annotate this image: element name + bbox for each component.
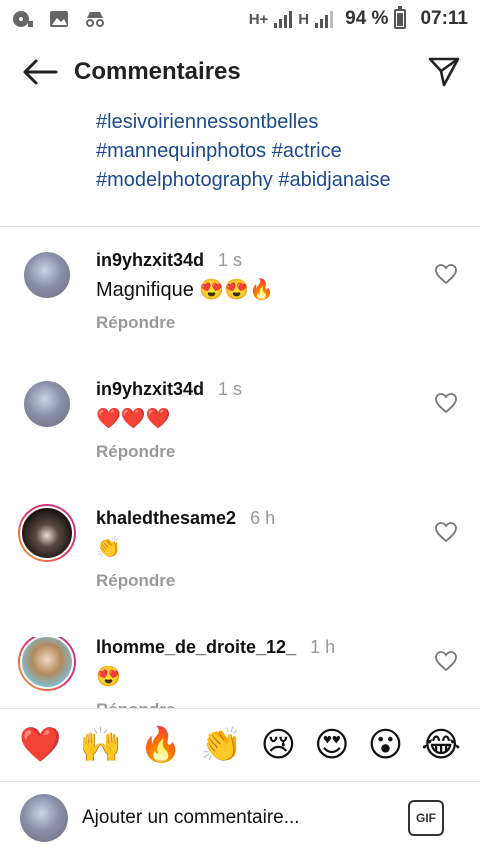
battery-icon	[394, 6, 407, 29]
network-type-2: H	[298, 10, 310, 28]
reply-button[interactable]: Répondre	[96, 700, 175, 708]
username-text[interactable]: in9yhzxit34d	[96, 379, 204, 399]
comment-username[interactable]: in9yhzxit34d 1 s	[96, 250, 242, 271]
signal-icon-2	[315, 10, 334, 28]
comment-text: ❤️❤️❤️	[96, 408, 171, 430]
vinyl-icon	[13, 11, 33, 27]
comment-text: Magnifique 😍😍🔥	[96, 279, 275, 301]
heart-outline-icon[interactable]	[434, 391, 458, 415]
caption-overflow-fade	[96, 96, 466, 108]
reply-button[interactable]: Répondre	[96, 442, 175, 462]
comment-item: khaledthesame2 6 h 👏 Répondre	[0, 504, 480, 618]
username-text[interactable]: in9yhzxit34d	[96, 250, 204, 270]
status-left-icons	[12, 10, 106, 28]
avatar[interactable]	[22, 250, 72, 300]
comment-time: 1 h	[310, 637, 336, 657]
comment-compose-bar: GIF	[0, 782, 480, 854]
comment-time: 1 s	[218, 250, 243, 270]
comment-time: 1 s	[218, 379, 243, 399]
emoji-crying[interactable]: 😢	[261, 725, 296, 765]
hashtag-line[interactable]: #mannequinphotos #actrice	[96, 137, 466, 166]
avatar[interactable]	[22, 379, 72, 429]
comment-text: 😍	[96, 666, 121, 688]
share-button[interactable]	[422, 50, 466, 94]
comment-text: 👏	[96, 537, 121, 559]
reply-button[interactable]: Répondre	[96, 313, 175, 333]
emoji-quick-bar: ❤️ 🙌 🔥 👏 😢 😍 😮 😂	[0, 708, 480, 782]
emoji-clapping[interactable]: 👏	[200, 725, 242, 765]
header: Commentaires	[0, 44, 480, 100]
comment-item: lhomme_de_droite_12_ 1 h 😍 Répondre	[0, 637, 480, 708]
emoji-fire[interactable]: 🔥	[140, 725, 182, 765]
reply-button[interactable]: Répondre	[96, 571, 175, 591]
emoji-laughing[interactable]: 😂	[421, 725, 461, 765]
status-right-icons: H+ H 94 % 07:11	[248, 6, 468, 30]
post-caption: #lesivoiriennessontbelles #mannequinphot…	[96, 96, 466, 195]
arrow-left-icon	[23, 59, 58, 85]
comment-item: in9yhzxit34d 1 s Magnifique 😍😍🔥 Répondre	[0, 250, 480, 360]
gif-button[interactable]: GIF	[408, 800, 444, 836]
current-user-avatar	[20, 794, 68, 842]
status-bar: H+ H 94 % 07:11	[0, 0, 480, 38]
comment-username[interactable]: lhomme_de_droite_12_ 1 h	[96, 637, 335, 658]
paper-plane-icon	[428, 57, 460, 87]
image-icon	[50, 11, 68, 27]
avatar-story-ring[interactable]	[18, 637, 76, 691]
username-text[interactable]: khaledthesame2	[96, 508, 236, 528]
page-title: Commentaires	[74, 58, 241, 85]
emoji-heart[interactable]: ❤️	[19, 725, 61, 765]
comment-time: 6 h	[250, 508, 276, 528]
divider	[0, 226, 480, 227]
avatar-story-ring[interactable]	[18, 504, 76, 562]
signal-icon	[274, 10, 293, 28]
emoji-surprised[interactable]: 😮	[368, 725, 403, 765]
username-text[interactable]: lhomme_de_droite_12_	[96, 637, 296, 657]
battery-percent: 94 %	[345, 8, 389, 29]
heart-outline-icon[interactable]	[434, 649, 458, 673]
heart-outline-icon[interactable]	[434, 520, 458, 544]
heart-outline-icon[interactable]	[434, 262, 458, 286]
comment-username[interactable]: in9yhzxit34d 1 s	[96, 379, 242, 400]
emoji-heart-eyes[interactable]: 😍	[314, 725, 349, 765]
hashtag-line[interactable]: #lesivoiriennessontbelles	[96, 108, 466, 137]
back-button[interactable]	[12, 44, 68, 100]
emoji-raised-hands[interactable]: 🙌	[79, 725, 121, 765]
comment-username[interactable]: khaledthesame2 6 h	[96, 508, 275, 529]
comment-input[interactable]	[82, 807, 372, 829]
network-type-1: H+	[248, 10, 269, 28]
comment-item: in9yhzxit34d 1 s ❤️❤️❤️ Répondre	[0, 379, 480, 489]
incognito-icon	[86, 12, 104, 27]
hashtag-line[interactable]: #modelphotography #abidjanaise	[96, 166, 466, 195]
clock: 07:11	[420, 8, 468, 29]
